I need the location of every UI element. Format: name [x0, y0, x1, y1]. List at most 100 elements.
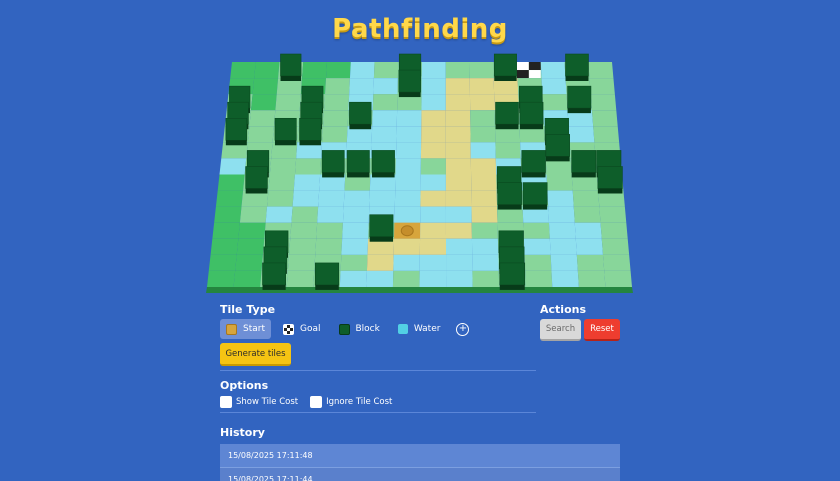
block-tile[interactable] [495, 101, 519, 125]
grid-tile[interactable] [589, 78, 615, 95]
grid-tile[interactable] [469, 62, 494, 79]
grid-tile[interactable] [233, 270, 262, 287]
goal-tile-cell[interactable] [528, 70, 541, 79]
block-tile-side[interactable] [349, 124, 372, 130]
grid-tile[interactable] [593, 126, 620, 143]
grid-tile[interactable] [470, 126, 496, 143]
grid-tile[interactable] [471, 238, 499, 255]
grid-tile[interactable] [208, 254, 237, 271]
grid-tile[interactable] [254, 62, 280, 79]
block-tile-side[interactable] [497, 204, 522, 210]
grid-tile[interactable] [421, 110, 446, 127]
grid-tile[interactable] [247, 126, 274, 143]
block-tile-side[interactable] [262, 284, 286, 290]
block-tile[interactable] [371, 150, 395, 173]
grid-tile[interactable] [325, 78, 350, 95]
grid-tile[interactable] [471, 222, 498, 239]
grid-tile[interactable] [599, 206, 627, 223]
add-circle-icon[interactable]: + [456, 322, 470, 336]
grid-tile[interactable] [294, 158, 322, 175]
grid-tile[interactable] [371, 126, 397, 143]
grid-tile[interactable] [600, 222, 628, 239]
tool-water[interactable]: Water [392, 319, 447, 339]
block-tile[interactable] [522, 182, 548, 205]
grid-tile[interactable] [339, 270, 367, 287]
grid-tile[interactable] [292, 190, 320, 207]
grid-tile[interactable] [446, 270, 473, 287]
grid-tile[interactable] [551, 270, 579, 287]
grid-tile[interactable] [542, 94, 568, 111]
grid-tile[interactable] [568, 126, 595, 143]
block-tile-side[interactable] [322, 172, 345, 178]
block-tile-side[interactable] [499, 284, 525, 290]
block-tile[interactable] [398, 69, 421, 93]
grid-tile[interactable] [588, 62, 614, 79]
grid-tile[interactable] [421, 126, 446, 143]
block-tile[interactable] [597, 166, 623, 189]
grid-tile[interactable] [549, 238, 577, 255]
grid-tile[interactable] [420, 222, 446, 239]
grid-tile[interactable] [394, 206, 421, 223]
grid-tile[interactable] [249, 110, 276, 127]
grid-tile[interactable] [472, 270, 500, 287]
block-tile-side[interactable] [494, 76, 517, 81]
block-tile[interactable] [497, 182, 522, 205]
grid-tile[interactable] [326, 62, 351, 79]
goal-tile-cell[interactable] [517, 62, 529, 71]
show-tile-cost-option[interactable]: Show Tile Cost [220, 396, 298, 408]
grid-tile[interactable] [445, 222, 472, 239]
grid-tile[interactable] [395, 158, 421, 175]
grid-tile[interactable] [366, 270, 394, 287]
block-tile-side[interactable] [398, 92, 421, 98]
grid-tile[interactable] [576, 254, 605, 271]
grid-tile[interactable] [293, 174, 321, 191]
grid-tile[interactable] [445, 238, 473, 255]
generate-tiles-button[interactable]: Generate tiles [220, 343, 291, 366]
grid-tile[interactable] [523, 222, 550, 239]
tool-block[interactable]: Block [333, 319, 386, 339]
grid-tile[interactable] [316, 222, 343, 239]
block-tile[interactable] [262, 262, 286, 286]
block-tile[interactable] [571, 150, 597, 173]
block-tile[interactable] [321, 150, 345, 173]
grid-tile[interactable] [393, 254, 420, 271]
block-tile-side[interactable] [369, 236, 394, 242]
grid-tile[interactable] [372, 94, 398, 111]
block-tile-side[interactable] [245, 188, 268, 194]
block-tile[interactable] [225, 117, 248, 141]
grid-tile[interactable] [471, 206, 498, 223]
grid-tile[interactable] [445, 110, 471, 127]
grid-tile[interactable] [420, 158, 446, 175]
grid-tile[interactable] [341, 238, 369, 255]
grid-tile[interactable] [235, 254, 263, 271]
grid-tile[interactable] [524, 254, 552, 271]
grid-tile[interactable] [575, 238, 603, 255]
block-tile[interactable] [519, 101, 544, 125]
ignore-tile-cost-option[interactable]: Ignore Tile Cost [310, 396, 392, 408]
grid-tile[interactable] [420, 174, 446, 191]
block-tile[interactable] [349, 101, 372, 125]
grid-tile[interactable] [287, 254, 316, 271]
grid-tile[interactable] [342, 206, 370, 223]
block-tile-side[interactable] [571, 172, 596, 178]
grid-tile[interactable] [420, 206, 446, 223]
grid-tile[interactable] [317, 206, 344, 223]
grid-tile[interactable] [349, 62, 375, 79]
block-tile[interactable] [346, 150, 370, 173]
grid-tile[interactable] [421, 78, 446, 95]
block-tile-side[interactable] [274, 140, 297, 146]
grid-tile[interactable] [523, 238, 551, 255]
grid-tile[interactable] [349, 78, 374, 95]
grid-tile[interactable] [540, 62, 566, 79]
history-entry[interactable]: 15/08/2025 17:11:48 [220, 444, 620, 468]
tool-start[interactable]: Start [220, 319, 271, 339]
block-tile-side[interactable] [347, 172, 370, 178]
grid-tile[interactable] [395, 174, 421, 191]
block-tile[interactable] [567, 85, 592, 109]
block-tile-side[interactable] [545, 156, 570, 162]
grid-tile[interactable] [369, 190, 396, 207]
grid-tile[interactable] [471, 190, 498, 207]
grid-tile[interactable] [546, 174, 573, 191]
grid-tile[interactable] [572, 190, 600, 207]
grid-tile[interactable] [286, 270, 315, 287]
